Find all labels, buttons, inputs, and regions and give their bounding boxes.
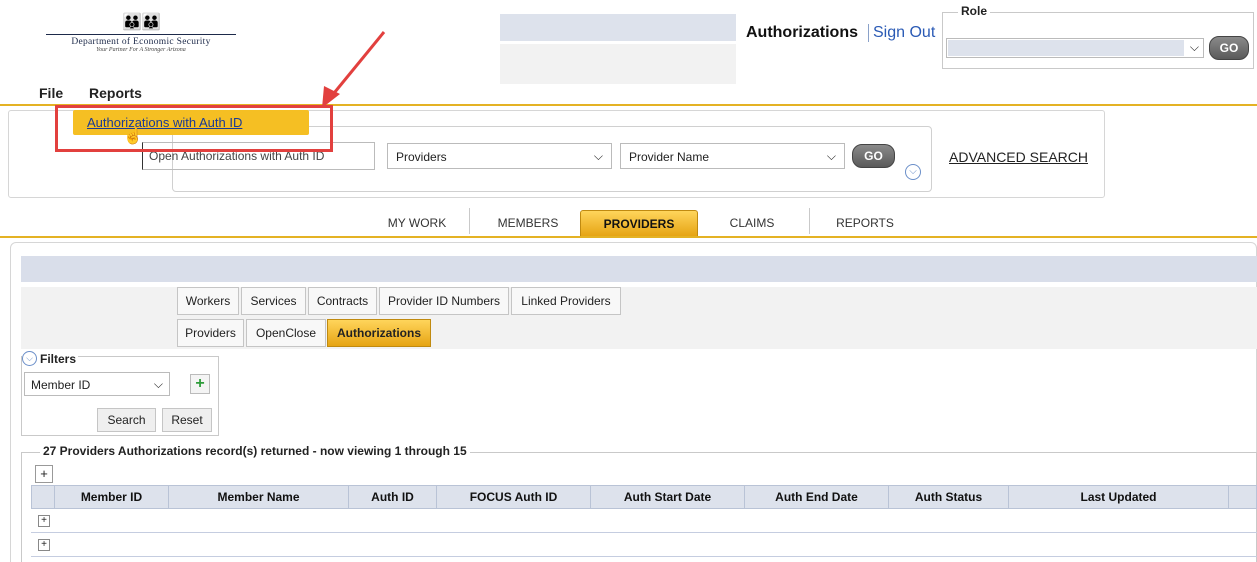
add-filter-button[interactable]: + <box>190 374 210 394</box>
results-summary: 27 Providers Authorizations record(s) re… <box>40 444 470 458</box>
menu-reports[interactable]: Reports <box>89 85 142 101</box>
filters-legend-label: Filters <box>40 352 77 366</box>
logo-title: Department of Economic Security <box>46 34 236 47</box>
expand-all-button[interactable]: + <box>35 465 53 483</box>
search-go-button[interactable]: GO <box>852 144 895 168</box>
column-header-focus-auth-id[interactable]: FOCUS Auth ID <box>436 485 590 509</box>
column-header-spacer <box>1228 485 1257 509</box>
annotation-arrow-icon <box>322 31 386 108</box>
filter-reset-button[interactable]: Reset <box>162 408 212 432</box>
chevron-down-icon: ⌵ <box>826 149 836 163</box>
content-header-bar <box>21 256 1257 282</box>
search-category-select[interactable]: Providers ⌵ <box>387 143 612 169</box>
redacted-user-info-secondary <box>500 44 736 84</box>
menu-file[interactable]: File <box>39 85 63 101</box>
subtab-contracts[interactable]: Contracts <box>308 287 377 315</box>
subtab-services[interactable]: Services <box>241 287 306 315</box>
chevron-down-icon: ⌵ <box>1189 40 1199 54</box>
expand-search-icon[interactable]: ⌵ <box>905 164 921 180</box>
subtab-provider-id-numbers[interactable]: Provider ID Numbers <box>379 287 509 315</box>
tab-members[interactable]: MEMBERS <box>480 210 576 236</box>
subtab-openclose[interactable]: OpenClose <box>246 319 326 347</box>
row-expand-icon[interactable]: + <box>38 539 50 551</box>
tab-separator <box>809 208 810 234</box>
family-figures-icon: 👪👪 <box>122 14 161 31</box>
redacted-row-data <box>52 534 1144 546</box>
tab-claims[interactable]: CLAIMS <box>702 210 802 236</box>
chevron-down-icon: ⌵ <box>153 377 163 391</box>
subtab-linked-providers[interactable]: Linked Providers <box>511 287 621 315</box>
redacted-role-value <box>948 40 1184 56</box>
tab-separator <box>469 208 470 234</box>
advanced-search-link[interactable]: ADVANCED SEARCH <box>949 149 1088 165</box>
logo-tagline: Your Partner For A Stronger Arizona <box>96 47 186 53</box>
sign-out-link[interactable]: Sign Out <box>868 24 935 42</box>
des-logo: 👪👪 Department of Economic Security Your … <box>46 14 236 62</box>
collapse-filters-icon[interactable]: ⌵ <box>22 351 37 366</box>
subtab-authorizations[interactable]: Authorizations <box>327 319 431 347</box>
role-select[interactable]: ⌵ <box>946 38 1204 58</box>
redacted-row-data <box>52 512 1144 532</box>
column-header-last-updated[interactable]: Last Updated <box>1008 485 1228 509</box>
redacted-user-info <box>500 14 736 41</box>
search-field-value: Provider Name <box>629 150 710 164</box>
chevron-down-icon: ⌵ <box>593 149 603 163</box>
tab-my-work[interactable]: MY WORK <box>372 210 462 236</box>
arrow-shaft <box>328 31 386 99</box>
column-header-member-name[interactable]: Member Name <box>168 485 348 509</box>
role-legend: Role <box>958 4 991 18</box>
column-header-member-id[interactable]: Member ID <box>54 485 168 509</box>
column-header-auth-end-date[interactable]: Auth End Date <box>744 485 888 509</box>
search-field-select[interactable]: Provider Name ⌵ <box>620 143 845 169</box>
role-go-button[interactable]: GO <box>1209 36 1249 60</box>
menu-bar <box>0 82 1257 106</box>
column-header-auth-start-date[interactable]: Auth Start Date <box>590 485 744 509</box>
column-header-auth-id[interactable]: Auth ID <box>348 485 436 509</box>
page-title: Authorizations <box>746 24 858 41</box>
search-category-value: Providers <box>396 150 447 164</box>
column-header-auth-status[interactable]: Auth Status <box>888 485 1008 509</box>
annotation-highlight-box <box>55 105 333 152</box>
tab-reports[interactable]: REPORTS <box>820 210 910 236</box>
subtab-providers[interactable]: Providers <box>177 319 244 347</box>
subtab-workers[interactable]: Workers <box>177 287 239 315</box>
tab-providers[interactable]: PROVIDERS <box>580 210 698 236</box>
filter-search-button[interactable]: Search <box>97 408 156 432</box>
filter-field-select[interactable]: Member ID ⌵ <box>24 372 170 396</box>
hand-cursor-icon: ☝ <box>123 128 143 145</box>
row-expand-icon[interactable]: + <box>38 515 50 527</box>
filter-field-value: Member ID <box>31 378 91 392</box>
